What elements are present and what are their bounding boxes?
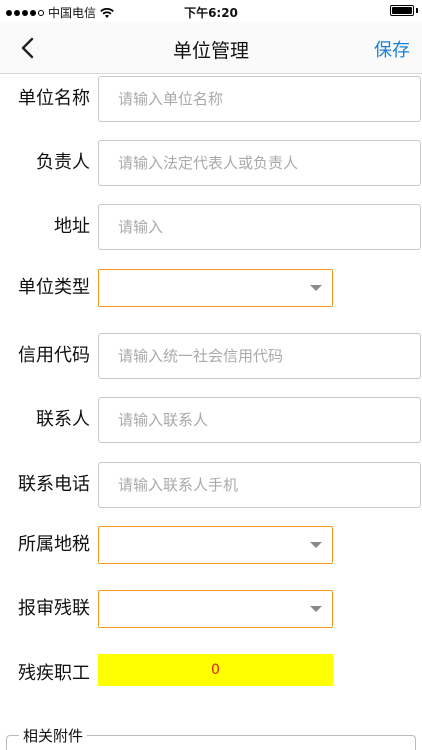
row-tax-office: 所属地税: [0, 526, 422, 572]
row-responsible: 负责人: [0, 140, 422, 186]
disability-federation-label: 报审残联: [18, 598, 90, 619]
contact-label: 联系人: [36, 409, 90, 430]
disabled-staff-label: 残疾职工: [18, 663, 90, 684]
credit-code-label: 信用代码: [18, 345, 90, 366]
battery-icon: [390, 5, 414, 16]
dropdown-arrow-icon: [310, 542, 322, 548]
disabled-staff-count: 0: [98, 654, 333, 686]
status-bar: 中国电信 下午6:20: [0, 0, 422, 22]
dropdown-arrow-icon: [310, 285, 322, 291]
row-unit-name: 单位名称: [0, 76, 422, 122]
dropdown-arrow-icon: [310, 606, 322, 612]
phone-label: 联系电话: [18, 474, 90, 495]
attachments-section: 相关附件: [6, 725, 416, 750]
row-disabled-staff: 残疾职工 0: [0, 654, 422, 700]
attachments-legend: 相关附件: [19, 725, 88, 746]
save-button[interactable]: 保存: [374, 36, 410, 62]
unit-type-label: 单位类型: [18, 277, 90, 298]
row-phone: 联系电话: [0, 462, 422, 508]
responsible-input[interactable]: [98, 140, 421, 186]
responsible-label: 负责人: [36, 152, 90, 173]
tax-office-select[interactable]: [98, 526, 333, 564]
unit-name-label: 单位名称: [18, 88, 90, 109]
battery-tip: [416, 8, 418, 13]
credit-code-input[interactable]: [98, 333, 421, 379]
unit-name-input[interactable]: [98, 76, 421, 122]
row-disability-federation: 报审残联: [0, 590, 422, 636]
row-unit-type: 单位类型: [0, 269, 422, 315]
unit-type-select[interactable]: [98, 269, 333, 307]
phone-input[interactable]: [98, 462, 421, 508]
page-title: 单位管理: [172, 40, 249, 62]
address-input[interactable]: [98, 204, 421, 250]
row-credit-code: 信用代码: [0, 333, 422, 379]
address-label: 地址: [54, 216, 90, 237]
navigation-bar: 单位管理 保存: [0, 22, 422, 74]
disability-federation-select[interactable]: [98, 590, 333, 628]
row-contact: 联系人: [0, 397, 422, 443]
contact-input[interactable]: [98, 397, 421, 443]
status-time: 下午6:20: [184, 6, 238, 20]
row-address: 地址: [0, 204, 422, 250]
tax-office-label: 所属地税: [18, 534, 90, 555]
